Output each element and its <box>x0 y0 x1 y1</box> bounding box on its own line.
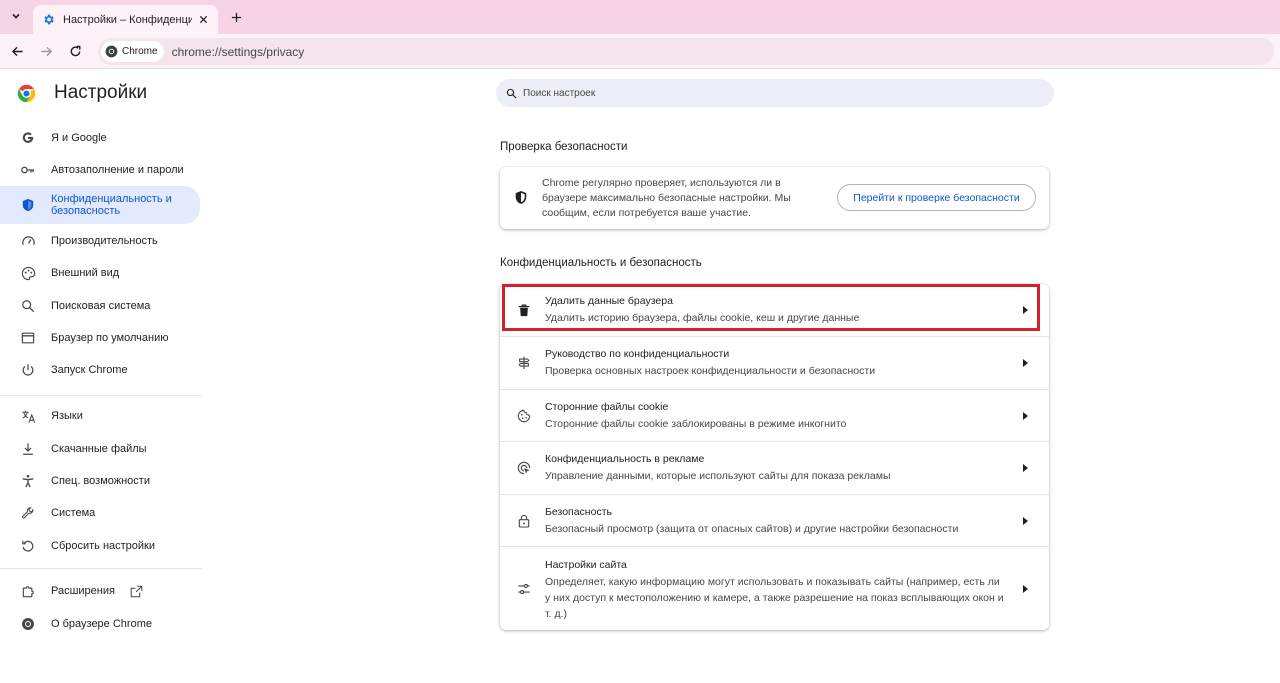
address-bar[interactable]: Chrome chrome://settings/privacy <box>98 38 1274 65</box>
site-info-chip[interactable]: Chrome <box>101 41 164 62</box>
trash-icon <box>516 302 532 318</box>
arrow-left-icon <box>11 46 23 56</box>
safety-check-card: Chrome регулярно проверяет, используются… <box>500 167 1049 229</box>
accessibility-icon <box>20 473 36 489</box>
search-input[interactable] <box>523 87 1003 99</box>
reload-button[interactable] <box>65 41 85 61</box>
ad-privacy-icon <box>516 460 532 476</box>
close-tab-icon[interactable] <box>196 13 210 27</box>
search-icon <box>506 88 517 98</box>
back-button[interactable] <box>7 41 27 61</box>
chrome-icon <box>20 616 36 632</box>
tab-strip: Настройки – Конфиденциально <box>0 0 1280 34</box>
go-to-safety-check-button[interactable]: Перейти к проверке безопасности <box>837 184 1036 211</box>
download-icon <box>20 441 36 457</box>
plus-icon <box>231 12 241 22</box>
sidebar-item-about-chrome[interactable]: О браузере Chrome <box>0 608 200 640</box>
search-icon <box>20 298 36 314</box>
sidebar-item-on-startup[interactable]: Запуск Chrome <box>0 354 200 386</box>
sidebar-item-autofill[interactable]: Автозаполнение и пароли <box>0 154 200 186</box>
chrome-logo-icon <box>17 84 36 102</box>
sidebar-item-downloads[interactable]: Скачанные файлы <box>0 433 200 465</box>
cookie-icon <box>516 408 532 424</box>
settings-header: Настройки <box>16 82 147 104</box>
settings-sidebar: Настройки Я и Google Автозаполнение и па… <box>0 70 210 683</box>
sidebar-item-extensions[interactable]: Расширения <box>0 575 200 607</box>
reset-icon <box>20 538 36 554</box>
key-icon <box>20 162 36 178</box>
sidebar-item-default-browser[interactable]: Браузер по умолчанию <box>0 322 200 354</box>
privacy-list-card: Удалить данные браузера Удалить историю … <box>500 284 1049 630</box>
chip-label: Chrome <box>122 46 158 57</box>
settings-search[interactable] <box>496 79 1054 107</box>
sliders-icon <box>516 581 532 597</box>
sidebar-item-reset[interactable]: Сбросить настройки <box>0 530 200 562</box>
settings-gear-icon <box>41 13 55 27</box>
forward-button[interactable] <box>36 41 56 61</box>
row-ad-privacy[interactable]: Конфиденциальность в рекламе Управление … <box>500 441 1049 494</box>
wrench-icon <box>20 505 36 521</box>
tab-title: Настройки – Конфиденциально <box>63 13 192 26</box>
row-site-settings[interactable]: Настройки сайта Определяет, какую информ… <box>500 546 1049 630</box>
arrow-right-icon <box>1021 359 1029 367</box>
sidebar-item-system[interactable]: Система <box>0 497 200 529</box>
arrow-right-icon <box>1021 412 1029 420</box>
sidebar-item-languages[interactable]: Языки <box>0 400 200 432</box>
tab-search-button[interactable] <box>6 6 26 26</box>
google-g-icon <box>20 130 36 146</box>
row-privacy-guide[interactable]: Руководство по конфиденциальности Провер… <box>500 336 1049 389</box>
privacy-heading: Конфиденциальность и безопасность <box>500 257 702 269</box>
power-icon <box>20 362 36 378</box>
open-in-new-icon <box>129 583 145 599</box>
sidebar-item-you-and-google[interactable]: Я и Google <box>0 122 200 154</box>
new-tab-button[interactable] <box>226 7 246 27</box>
arrow-right-icon <box>1021 464 1029 472</box>
puzzle-icon <box>20 583 36 599</box>
palette-icon <box>20 265 36 281</box>
chrome-icon <box>105 45 118 58</box>
active-tab[interactable]: Настройки – Конфиденциально <box>33 5 218 34</box>
chevron-down-icon <box>12 13 20 19</box>
speedometer-icon <box>20 233 36 249</box>
sidebar-divider <box>0 395 202 396</box>
safety-check-heading: Проверка безопасности <box>500 141 628 153</box>
shield-icon <box>20 197 36 213</box>
toolbar: Chrome chrome://settings/privacy <box>0 34 1280 69</box>
row-third-party-cookies[interactable]: Сторонние файлы cookie Сторонние файлы c… <box>500 389 1049 441</box>
sidebar-divider <box>0 568 202 569</box>
sidebar-item-accessibility[interactable]: Спец. возможности <box>0 465 200 497</box>
sidebar-item-appearance[interactable]: Внешний вид <box>0 257 200 289</box>
url-text[interactable]: chrome://settings/privacy <box>172 45 305 59</box>
signpost-icon <box>516 355 532 371</box>
arrow-right-icon <box>1021 306 1029 314</box>
safety-check-text: Chrome регулярно проверяет, используются… <box>542 177 791 219</box>
reload-icon <box>70 45 80 56</box>
sidebar-item-privacy[interactable]: Конфиденциальность и безопасность <box>0 186 200 224</box>
sidebar-item-search-engine[interactable]: Поисковая система <box>0 290 200 322</box>
browser-window-icon <box>20 330 36 346</box>
row-security[interactable]: Безопасность Безопасный просмотр (защита… <box>500 494 1049 546</box>
settings-title: Настройки <box>54 82 148 103</box>
lock-icon <box>516 513 532 529</box>
arrow-right-icon <box>40 46 52 56</box>
arrow-right-icon <box>1021 585 1029 593</box>
row-clear-browsing-data[interactable]: Удалить данные браузера Удалить историю … <box>500 284 1049 336</box>
sidebar-item-performance[interactable]: Производительность <box>0 225 200 257</box>
shield-check-icon <box>514 190 528 210</box>
translate-icon <box>20 408 36 424</box>
arrow-right-icon <box>1021 517 1029 525</box>
